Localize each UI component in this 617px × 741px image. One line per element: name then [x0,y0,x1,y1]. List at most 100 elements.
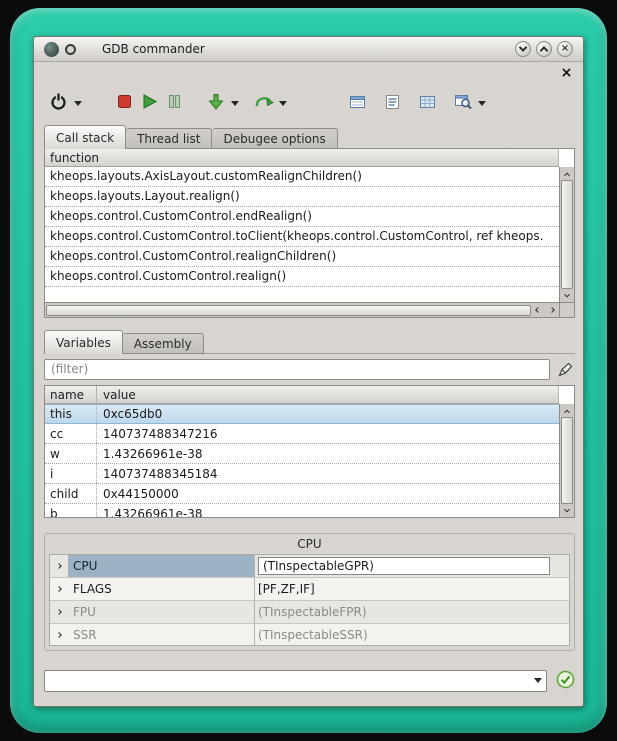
scroll-left-button[interactable] [531,303,545,318]
run-button[interactable] [137,91,162,116]
cpu-register-name[interactable]: FPU [68,601,254,623]
tab-label: Variables [56,336,111,350]
step-over-button[interactable] [251,91,276,116]
scroll-up-button[interactable] [560,404,574,417]
call-stack-row[interactable]: kheops.layouts.AxisLayout.customRealignC… [45,167,559,187]
instruction-list-button[interactable] [380,91,405,116]
scrollbar-thumb[interactable] [46,305,531,316]
cpu-register-value: (TInspectableFPR) [254,601,569,623]
command-combobox[interactable] [44,670,547,692]
cpu-register-name[interactable]: FLAGS [68,578,254,600]
call-stack-row[interactable]: kheops.control.CustomControl.toClient(kh… [45,227,559,247]
tab-thread-list[interactable]: Thread list [126,128,212,149]
chevron-right-icon [56,563,62,569]
cpu-register-value: (TInspectableSSR) [254,624,569,646]
step-over-icon [254,93,274,114]
memory-button[interactable] [415,91,440,116]
step-in-button[interactable] [203,91,228,116]
power-dropdown[interactable] [71,91,84,116]
check-icon [556,670,575,692]
call-stack-row[interactable]: kheops.control.CustomControl.realign() [45,267,559,287]
close-button[interactable]: × [557,41,573,57]
close-icon: × [561,44,569,54]
call-stack-panel: function kheops.layouts.AxisLayout.custo… [44,148,575,318]
inspect-button[interactable] [450,91,475,116]
power-icon [49,92,68,114]
minimize-button[interactable] [515,41,531,57]
frames-button[interactable] [345,91,370,116]
tab-debugee-options[interactable]: Debugee options [212,128,337,149]
app-menu-icon[interactable] [65,44,76,55]
expander-button[interactable] [50,601,68,623]
chevron-down-icon [564,506,570,512]
column-header-value[interactable]: value [97,386,558,403]
variable-name: this [45,404,97,423]
call-stack-row[interactable]: kheops.control.CustomControl.realignChil… [45,247,559,267]
inspect-icon [454,93,472,113]
dropdown-arrow-icon [231,101,239,106]
cpu-register-name-selected[interactable]: CPU [68,555,254,577]
call-stack-header-function[interactable]: function [45,149,559,167]
scroll-down-button[interactable] [560,504,574,517]
filter-pen-icon[interactable] [555,359,575,379]
call-stack-row[interactable]: kheops.layouts.Layout.realign() [45,187,559,207]
variable-value: 0x44150000 [97,484,559,503]
frames-icon [349,94,366,113]
chevron-left-icon [535,307,541,313]
variable-name: w [45,444,97,463]
panel-close-button[interactable]: × [559,65,574,80]
scroll-down-button[interactable] [560,289,574,302]
expander-button[interactable] [50,624,68,646]
cpu-row[interactable]: CPU (TInspectableGPR) [50,555,569,578]
variable-row[interactable]: w 1.43266961e-38 [45,444,559,464]
power-button[interactable] [46,91,71,116]
variable-row[interactable]: cc 140737488347216 [45,424,559,444]
filter-input[interactable] [44,359,550,380]
expander-button[interactable] [50,578,68,600]
scrollbar-thumb[interactable] [561,180,573,289]
variable-row-selected[interactable]: this 0xc65db0 [45,404,559,424]
chevron-right-icon [56,632,62,638]
send-command-button[interactable] [555,671,575,691]
variable-value: 0xc65db0 [97,404,559,423]
maximize-button[interactable] [536,41,552,57]
combo-dropdown-button[interactable] [529,671,546,691]
call-stack-row[interactable]: kheops.control.CustomControl.endRealign(… [45,207,559,227]
variable-row[interactable]: child 0x44150000 [45,484,559,504]
variable-row[interactable]: i 140737488345184 [45,464,559,484]
cpu-register-name[interactable]: SSR [68,624,254,646]
variable-value: 1.43266961e-38 [97,444,559,463]
call-stack-vertical-scrollbar[interactable] [559,167,574,302]
titlebar[interactable]: GDB commander × [34,37,583,62]
step-over-dropdown[interactable] [276,91,289,116]
step-in-dropdown[interactable] [228,91,241,116]
call-stack-horizontal-scrollbar[interactable] [45,302,559,317]
scrollbar-corner [559,302,574,317]
column-header-name[interactable]: name [45,386,97,403]
variable-value: 140737488347216 [97,424,559,443]
variable-name: child [45,484,97,503]
cpu-value-editor[interactable]: (TInspectableGPR) [258,557,550,575]
tab-assembly[interactable]: Assembly [123,333,204,354]
cpu-row[interactable]: FPU (TInspectableFPR) [50,601,569,624]
expander-button[interactable] [50,555,68,577]
mid-tab-bar: Variables Assembly [44,330,204,354]
titlebar-buttons: × [515,41,573,57]
pause-button[interactable] [162,91,187,116]
stop-button[interactable] [112,91,137,116]
variables-panel: name value this 0xc65db0 cc 140737488347… [44,385,575,518]
scroll-right-button[interactable] [545,303,559,318]
cpu-row[interactable]: FLAGS [PF,ZF,IF] [50,578,569,601]
variables-vertical-scrollbar[interactable] [559,404,574,517]
chevron-right-icon [56,609,62,615]
dropdown-arrow-icon [279,101,287,106]
tab-variables[interactable]: Variables [44,330,123,354]
variable-row[interactable]: b 1.43266961e-38 [45,504,559,517]
cpu-row[interactable]: SSR (TInspectableSSR) [50,624,569,646]
scroll-up-button[interactable] [560,167,574,180]
inspect-dropdown[interactable] [475,91,488,116]
scrollbar-thumb[interactable] [561,417,573,504]
command-input[interactable] [45,672,529,690]
tab-call-stack[interactable]: Call stack [44,125,126,149]
dropdown-arrow-icon [74,101,82,106]
